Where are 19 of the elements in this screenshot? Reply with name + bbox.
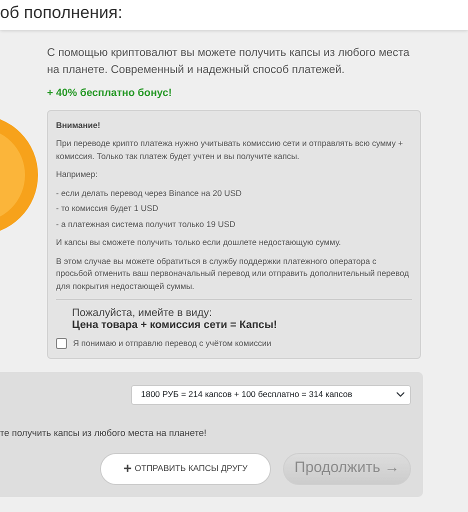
warning-text: В этом случае вы можете обратиться в службу поддержки платежного оператора с просьбой отменить ваш первоначальный перевод или отправить дополнительный перевод для покрытия недостающей суммы.: [56, 254, 410, 292]
info-text: те получить капсы из любого места на планете!: [0, 426, 208, 440]
example-line: - то комиссия будет 1 USD: [56, 202, 160, 215]
section-title: об пополнения:: [0, 3, 122, 22]
warning-text: И капсы вы сможете получить только если дошлете недостающую сумму.: [56, 236, 342, 249]
warning-title: Внимание!: [56, 118, 102, 132]
agree-checkbox[interactable]: [56, 338, 67, 349]
checkbox-label: Я понимаю и отправлю перевод с учётом комиссии: [73, 337, 272, 350]
plus-icon: +: [123, 458, 132, 480]
note-text: Пожалуйста, имейте в виду:: [72, 308, 213, 320]
bonus-text: + 40% бесплатно бонус!: [47, 86, 173, 101]
warning-text: Например:: [56, 168, 99, 181]
formula-text: Цена товара + комиссия сети = Капсы!: [72, 319, 278, 332]
intro-text: С помощью криптовалют вы можете получить капсы из любого места на планете. Современный и надежный способ платежей.: [47, 46, 410, 78]
send-gift-button[interactable]: + ОТПРАВИТЬ КАПСЫ ДРУГУ: [100, 452, 271, 485]
package-select[interactable]: 1800 РУБ = 214 капсов + 100 бесплатно = 314 капсов: [131, 384, 411, 405]
warning-text: При переводе крипто платежа нужно учитывать комиссию сети и отправлять всю сумму + комиссия. Только так платеж будет учтен и вы получите капсы.: [56, 137, 404, 162]
example-line: - если делать перевод через Binance на 20 USD: [56, 186, 243, 200]
example-line: - а платежная система получит только 19 USD: [56, 218, 236, 230]
